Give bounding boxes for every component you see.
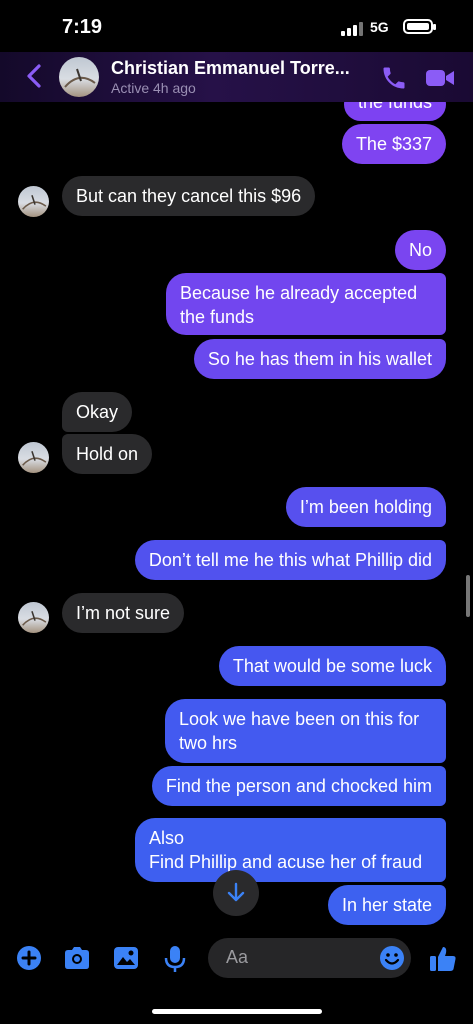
message-bubble[interactable]: Hold on bbox=[62, 434, 153, 474]
camera-icon[interactable] bbox=[62, 944, 92, 972]
message-bubble[interactable]: In her state bbox=[327, 885, 446, 925]
message-text: Okay bbox=[76, 402, 119, 422]
contact-avatar bbox=[18, 186, 49, 217]
message-bubble[interactable]: But can they cancel this $96 bbox=[62, 176, 316, 216]
message-text: In her state bbox=[341, 895, 432, 915]
message-text: Hold on bbox=[76, 444, 139, 464]
thumbs-up-icon[interactable] bbox=[428, 944, 458, 974]
arrow-down-icon bbox=[227, 882, 245, 902]
message-text: That would be some luck bbox=[232, 656, 432, 676]
network-label: 5G bbox=[370, 19, 389, 35]
emoji-icon[interactable] bbox=[378, 944, 406, 972]
message-text: the funds bbox=[357, 102, 432, 112]
message-bubble[interactable]: Because he already accepted the funds bbox=[166, 273, 446, 335]
scrollbar-thumb[interactable] bbox=[466, 575, 470, 617]
message-bubble[interactable]: I’m not sure bbox=[62, 593, 185, 633]
contact-avatar[interactable] bbox=[59, 57, 99, 97]
message-bubble[interactable]: So he has them in his wallet bbox=[193, 339, 446, 379]
battery-icon bbox=[403, 19, 436, 34]
message-input-placeholder: Aa bbox=[226, 947, 249, 967]
home-indicator bbox=[152, 1009, 322, 1014]
conversation-header: Christian Emmanuel Torre... Active 4h ag… bbox=[0, 52, 473, 102]
phone-icon bbox=[383, 67, 405, 89]
contact-name[interactable]: Christian Emmanuel Torre... bbox=[111, 58, 350, 79]
back-button[interactable] bbox=[24, 63, 46, 89]
contact-status: Active 4h ago bbox=[111, 80, 196, 96]
contact-avatar bbox=[18, 602, 49, 633]
message-bubble[interactable]: No bbox=[394, 230, 446, 270]
message-bubble[interactable]: I’m been holding bbox=[285, 487, 446, 527]
message-bubble[interactable]: Look we have been on this for two hrs bbox=[165, 699, 446, 763]
video-call-button[interactable] bbox=[424, 65, 456, 91]
chevron-left-icon bbox=[27, 64, 41, 88]
audio-call-button[interactable] bbox=[380, 64, 408, 92]
status-bar: 7:19 5G bbox=[0, 0, 473, 52]
signal-icon bbox=[341, 22, 363, 36]
message-text: The $337 bbox=[355, 134, 432, 154]
message-bubble[interactable]: Also Find Phillip and acuse her of fraud bbox=[135, 818, 446, 882]
microphone-icon[interactable] bbox=[162, 944, 188, 974]
contact-avatar bbox=[18, 442, 49, 473]
message-text: Also Find Phillip and acuse her of fraud bbox=[149, 828, 423, 872]
message-text: Because he already accepted the funds bbox=[180, 283, 418, 327]
message-bubble[interactable]: Find the person and chocked him bbox=[151, 766, 446, 806]
message-text: Don’t tell me he this what Phillip did bbox=[148, 550, 432, 570]
message-bubble[interactable]: the funds bbox=[343, 102, 446, 121]
status-time: 7:19 bbox=[62, 16, 103, 38]
message-bubble[interactable]: Okay bbox=[62, 392, 133, 432]
message-text: Look we have been on this for two hrs bbox=[179, 709, 420, 753]
message-text: So he has them in his wallet bbox=[207, 349, 432, 369]
message-text: I’m been holding bbox=[299, 497, 432, 517]
image-icon[interactable] bbox=[112, 944, 140, 972]
message-text: No bbox=[408, 240, 432, 260]
video-camera-icon bbox=[426, 70, 454, 86]
message-bubble[interactable]: That would be some luck bbox=[218, 646, 446, 686]
plus-icon[interactable] bbox=[15, 944, 43, 972]
message-text: I’m not sure bbox=[76, 603, 171, 623]
message-bubble[interactable]: Don’t tell me he this what Phillip did bbox=[134, 540, 446, 580]
message-bubble[interactable]: The $337 bbox=[341, 124, 446, 164]
scroll-to-bottom-button[interactable] bbox=[213, 870, 259, 916]
message-list[interactable]: the funds The $337 But can they cancel t… bbox=[0, 102, 473, 932]
message-text: But can they cancel this $96 bbox=[76, 186, 302, 206]
message-text: Find the person and chocked him bbox=[165, 776, 432, 796]
